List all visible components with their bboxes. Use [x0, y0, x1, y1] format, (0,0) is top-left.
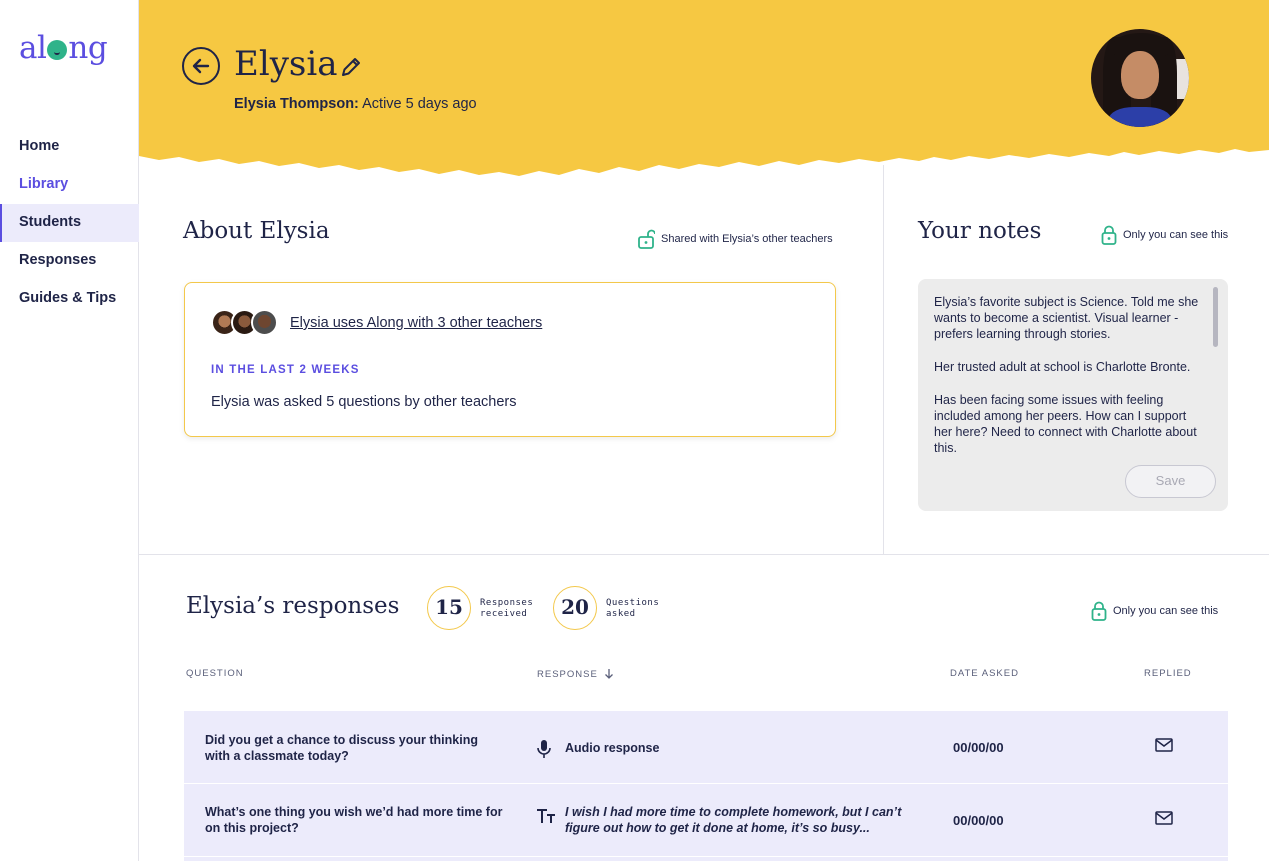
sidebar-nav: Home Library Students Responses Guides &…: [0, 128, 139, 318]
teacher-avatar: [251, 309, 278, 336]
teacher-avatars: [211, 309, 281, 339]
unlocked-icon: [638, 229, 655, 249]
lock-icon: [1091, 601, 1107, 621]
arrow-left-icon: [192, 58, 210, 74]
back-button[interactable]: [182, 47, 220, 85]
responses-title: Elysia’s responses: [186, 593, 400, 619]
stat-label-line: Responses: [480, 598, 534, 608]
column-header-question[interactable]: QUESTION: [186, 668, 244, 679]
notes-privacy-text: Only you can see this: [1123, 229, 1229, 241]
responses-privacy: Only you can see this: [1091, 601, 1218, 621]
vertical-divider: [883, 165, 884, 554]
date-asked: 00/00/00: [953, 740, 1004, 755]
question-text: Did you get a chance to discuss your thi…: [205, 733, 478, 763]
sidebar: al ng Home Library Students Responses Gui…: [0, 0, 139, 861]
response-text: Audio response: [565, 741, 660, 755]
student-name: Elysia: [234, 44, 338, 84]
stat-label-line: received: [480, 609, 528, 619]
table-row[interactable]: Did you get a chance to discuss your thi…: [184, 711, 1228, 783]
questions-asked-count: 20: [553, 586, 597, 630]
note-paragraph: Her trusted adult at school is Charlotte…: [934, 360, 1191, 374]
table-row[interactable]: What’s one thing you wish we’d had more …: [184, 784, 1228, 856]
text-icon: [537, 809, 555, 823]
notes-privacy: Only you can see this: [1101, 225, 1228, 245]
horizontal-divider: [139, 554, 1269, 555]
stat-label-line: Questions: [606, 598, 660, 608]
microphone-icon: [537, 740, 551, 758]
sidebar-item-responses[interactable]: Responses: [0, 242, 139, 280]
responses-privacy-text: Only you can see this: [1113, 605, 1219, 617]
sidebar-item-students[interactable]: Students: [0, 204, 139, 242]
notes-title: Your notes: [918, 218, 1042, 244]
pencil-icon[interactable]: [339, 55, 363, 79]
student-activity-status: Active 5 days ago: [362, 96, 477, 112]
lock-icon: [1101, 225, 1117, 245]
column-header-replied[interactable]: REPLIED: [1144, 668, 1192, 679]
column-header-response[interactable]: RESPONSE: [537, 668, 614, 680]
question-text: What’s one thing you wish we’d had more …: [205, 805, 503, 835]
card-summary: Elysia was asked 5 questions by other te…: [211, 394, 517, 410]
student-avatar: [1091, 29, 1189, 127]
mail-icon[interactable]: [1155, 738, 1173, 752]
card-kicker: IN THE LAST 2 WEEKS: [211, 364, 360, 376]
questions-asked-label: Questions asked: [606, 598, 659, 620]
stat-label-line: asked: [606, 609, 636, 619]
response-text: I wish I had more time to complete homew…: [565, 805, 902, 835]
notes-textarea[interactable]: Elysia’s favorite subject is Science. To…: [918, 279, 1228, 511]
table-row[interactable]: [184, 857, 1228, 861]
responses-received-count: 15: [427, 586, 471, 630]
date-asked: 00/00/00: [953, 813, 1004, 828]
along-logo[interactable]: al ng: [19, 30, 108, 66]
column-header-date[interactable]: DATE ASKED: [950, 668, 1019, 679]
other-teachers-link[interactable]: Elysia uses Along with 3 other teachers: [290, 315, 542, 331]
sidebar-item-library[interactable]: Library: [0, 166, 139, 204]
sort-down-icon: [604, 669, 613, 679]
note-paragraph: Elysia’s favorite subject is Science. To…: [934, 295, 1199, 341]
notes-content[interactable]: Elysia’s favorite subject is Science. To…: [934, 294, 1204, 473]
sidebar-item-home[interactable]: Home: [0, 128, 139, 166]
about-card: Elysia uses Along with 3 other teachers …: [184, 282, 836, 437]
shared-note: Shared with Elysia’s other teachers: [637, 229, 833, 249]
student-status-line: Elysia Thompson: Active 5 days ago: [234, 96, 477, 112]
save-button[interactable]: Save: [1125, 465, 1216, 498]
sidebar-item-guides-tips[interactable]: Guides & Tips: [0, 280, 139, 318]
mail-icon[interactable]: [1155, 811, 1173, 825]
responses-received-label: Responses received: [480, 598, 533, 620]
about-title: About Elysia: [183, 218, 330, 244]
student-full-name: Elysia Thompson:: [234, 96, 359, 112]
notes-scrollbar[interactable]: [1213, 287, 1218, 347]
note-paragraph: Has been facing some issues with feeling…: [934, 393, 1197, 455]
column-header-response-label: RESPONSE: [537, 668, 598, 680]
student-header: Elysia Elysia Thompson: Active 5 days ag…: [139, 0, 1269, 178]
shared-note-text: Shared with Elysia’s other teachers: [661, 233, 833, 245]
